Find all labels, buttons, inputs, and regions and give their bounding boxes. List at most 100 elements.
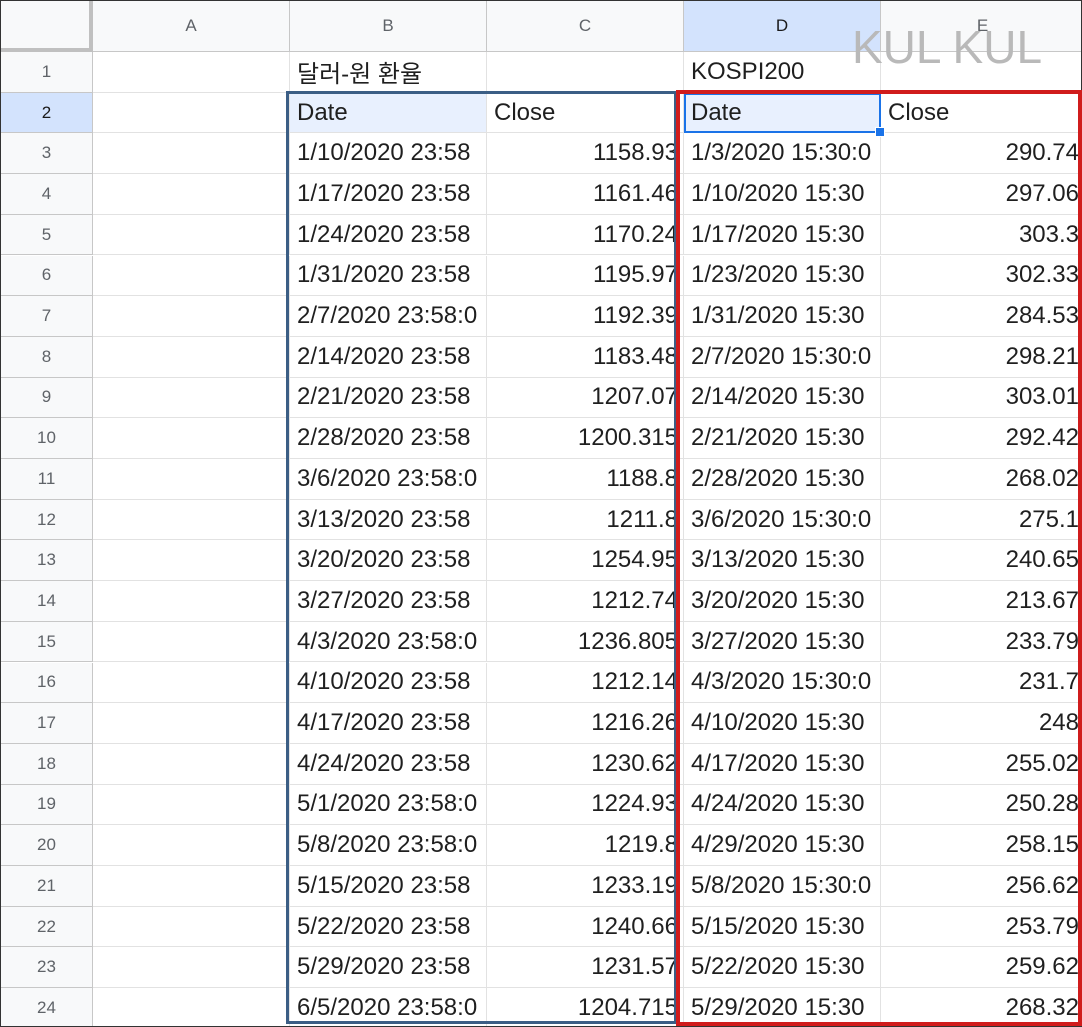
column-header-a[interactable]: A [93, 1, 290, 52]
cell-d19[interactable]: 4/24/2020 15:30 [684, 784, 881, 826]
cell-c10[interactable]: 1200.315 [487, 418, 684, 459]
cell-e9[interactable]: 303.01 [881, 378, 1081, 419]
cell-a20[interactable] [93, 825, 290, 866]
row-header-20[interactable]: 20 [1, 825, 93, 866]
cell-a24[interactable] [93, 988, 290, 1026]
cell-b24[interactable]: 6/5/2020 23:58:0 [290, 988, 487, 1026]
cell-a19[interactable] [93, 784, 290, 826]
cell-b9[interactable]: 2/21/2020 23:58 [290, 377, 487, 419]
row-header-1[interactable]: 1 [1, 52, 93, 93]
cell-d24[interactable]: 5/29/2020 15:30 [684, 988, 881, 1026]
cell-e15[interactable]: 233.79 [881, 622, 1081, 663]
cell-c9[interactable]: 1207.07 [487, 377, 684, 419]
cell-b3[interactable]: 1/10/2020 23:58 [290, 133, 487, 175]
cell-e20[interactable]: 258.15 [881, 825, 1081, 866]
row-header-23[interactable]: 23 [1, 947, 93, 989]
row-header-6[interactable]: 6 [1, 255, 93, 297]
cell-a14[interactable] [93, 581, 290, 622]
cell-d17[interactable]: 4/10/2020 15:30 [684, 703, 881, 744]
cell-c12[interactable]: 1211.8 [487, 499, 684, 541]
cell-c23[interactable]: 1231.57 [487, 947, 684, 989]
cell-e22[interactable]: 253.79 [881, 907, 1081, 948]
cell-b22[interactable]: 5/22/2020 23:58 [290, 906, 487, 948]
cell-e2[interactable]: Close [881, 93, 1081, 134]
cell-a4[interactable] [93, 174, 290, 215]
cell-e17[interactable]: 248 [881, 703, 1081, 744]
cell-e10[interactable]: 292.42 [881, 418, 1081, 459]
cell-b6[interactable]: 1/31/2020 23:58 [290, 255, 487, 297]
cell-b4[interactable]: 1/17/2020 23:58 [290, 174, 487, 215]
cell-c14[interactable]: 1212.74 [487, 581, 684, 622]
row-header-15[interactable]: 15 [1, 621, 93, 663]
cell-b11[interactable]: 3/6/2020 23:58:0 [290, 459, 487, 500]
fill-handle[interactable] [875, 127, 885, 138]
select-all-corner[interactable] [1, 1, 93, 52]
cell-b7[interactable]: 2/7/2020 23:58:0 [290, 296, 487, 337]
column-header-c[interactable]: C [487, 1, 684, 52]
row-header-22[interactable]: 22 [1, 906, 93, 948]
cell-d4[interactable]: 1/10/2020 15:30 [684, 174, 881, 215]
cell-e18[interactable]: 255.02 [881, 744, 1081, 785]
row-header-7[interactable]: 7 [1, 296, 93, 337]
column-header-b[interactable]: B [290, 1, 487, 52]
cell-d1[interactable]: KOSPI200 [684, 52, 881, 93]
cell-e8[interactable]: 298.21 [881, 337, 1081, 378]
row-header-24[interactable]: 24 [1, 988, 93, 1026]
cell-a7[interactable] [93, 296, 290, 337]
cell-b10[interactable]: 2/28/2020 23:58 [290, 418, 487, 459]
cell-d3[interactable]: 1/3/2020 15:30:0 [684, 133, 881, 175]
row-header-13[interactable]: 13 [1, 540, 93, 582]
cell-e5[interactable]: 303.3 [881, 215, 1081, 256]
cell-a13[interactable] [93, 540, 290, 582]
cell-d7[interactable]: 1/31/2020 15:30 [684, 296, 881, 337]
cell-b1[interactable]: 달러-원 환율 [290, 52, 487, 93]
cell-b15[interactable]: 4/3/2020 23:58:0 [290, 621, 487, 663]
cell-d18[interactable]: 4/17/2020 15:30 [684, 743, 881, 785]
cell-b19[interactable]: 5/1/2020 23:58:0 [290, 784, 487, 826]
cell-e16[interactable]: 231.7 [881, 663, 1081, 704]
cell-d6[interactable]: 1/23/2020 15:30 [684, 255, 881, 297]
row-header-8[interactable]: 8 [1, 336, 93, 378]
row-header-5[interactable]: 5 [1, 214, 93, 256]
row-header-4[interactable]: 4 [1, 174, 93, 215]
cell-e12[interactable]: 275.1 [881, 500, 1081, 541]
cell-c15[interactable]: 1236.805 [487, 621, 684, 663]
cell-b12[interactable]: 3/13/2020 23:58 [290, 499, 487, 541]
cell-a9[interactable] [93, 377, 290, 419]
row-header-18[interactable]: 18 [1, 743, 93, 785]
cell-b16[interactable]: 4/10/2020 23:58 [290, 662, 487, 704]
cell-e11[interactable]: 268.02 [881, 459, 1081, 500]
cell-c1[interactable] [487, 52, 684, 93]
cell-c16[interactable]: 1212.14 [487, 662, 684, 704]
cell-d10[interactable]: 2/21/2020 15:30 [684, 418, 881, 459]
cell-a17[interactable] [93, 703, 290, 744]
cell-c22[interactable]: 1240.66 [487, 906, 684, 948]
cell-e23[interactable]: 259.62 [881, 947, 1081, 989]
column-header-e[interactable]: E [881, 1, 1081, 52]
cell-e14[interactable]: 213.67 [881, 581, 1081, 622]
cell-a6[interactable] [93, 255, 290, 297]
cell-d16[interactable]: 4/3/2020 15:30:0 [684, 662, 881, 704]
cell-d23[interactable]: 5/22/2020 15:30 [684, 947, 881, 989]
cell-d13[interactable]: 3/13/2020 15:30 [684, 540, 881, 582]
cell-c7[interactable]: 1192.39 [487, 296, 684, 337]
cell-e21[interactable]: 256.62 [881, 866, 1081, 907]
cell-a22[interactable] [93, 906, 290, 948]
cell-b14[interactable]: 3/27/2020 23:58 [290, 581, 487, 622]
cell-b13[interactable]: 3/20/2020 23:58 [290, 540, 487, 582]
cell-e4[interactable]: 297.06 [881, 174, 1081, 215]
cell-a3[interactable] [93, 133, 290, 175]
cell-c17[interactable]: 1216.26 [487, 703, 684, 744]
cell-d8[interactable]: 2/7/2020 15:30:0 [684, 336, 881, 378]
row-header-2[interactable]: 2 [1, 92, 93, 134]
cell-c21[interactable]: 1233.19 [487, 866, 684, 907]
row-header-9[interactable]: 9 [1, 377, 93, 419]
cell-a21[interactable] [93, 866, 290, 907]
cell-b17[interactable]: 4/17/2020 23:58 [290, 703, 487, 744]
row-header-19[interactable]: 19 [1, 784, 93, 826]
cell-c5[interactable]: 1170.24 [487, 214, 684, 256]
cell-c11[interactable]: 1188.8 [487, 459, 684, 500]
cell-a16[interactable] [93, 662, 290, 704]
cell-a23[interactable] [93, 947, 290, 989]
cell-e19[interactable]: 250.28 [881, 785, 1081, 826]
